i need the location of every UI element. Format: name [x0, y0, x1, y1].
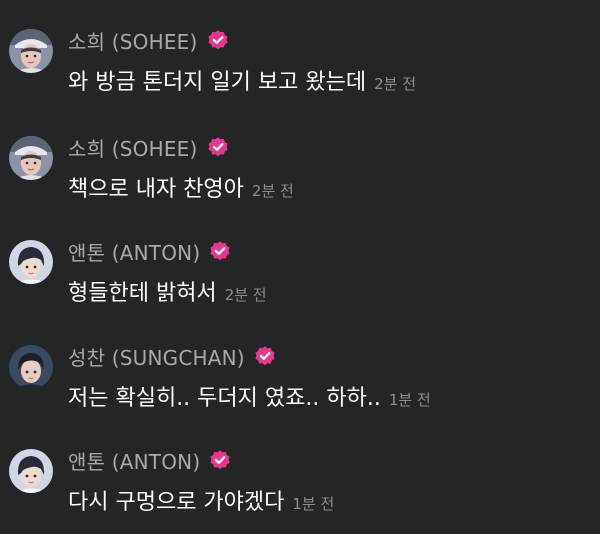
sohee-avatar-icon[interactable] [9, 136, 53, 180]
chat-message: 앤톤 (ANTON) 형들한테 밝혀서 2분 전 [0, 235, 600, 325]
anton-avatar-icon[interactable] [9, 240, 53, 284]
verified-badge-icon [209, 449, 231, 471]
author-name[interactable]: 소희 (SOHEE) [68, 133, 198, 162]
verified-badge-icon [254, 345, 276, 367]
verified-badge-icon [207, 29, 229, 51]
message-timestamp: 2분 전 [251, 182, 294, 200]
sungchan-avatar-icon[interactable] [9, 345, 53, 389]
chat-message: 앤톤 (ANTON) 다시 구멍으로 가야겠다 1분 전 [0, 444, 600, 534]
verified-badge-icon [209, 240, 231, 262]
message-text: 저는 확실히.. 두더지 였죠.. 하하.. [68, 386, 381, 411]
verified-badge-icon [207, 136, 229, 158]
message-timestamp: 1분 전 [388, 391, 431, 409]
chat-message: 소희 (SOHEE) 책으로 내자 찬영아 2분 전 [0, 131, 600, 221]
message-text: 와 방금 톤더지 일기 보고 왔는데 [68, 70, 367, 95]
author-name[interactable]: 앤톤 (ANTON) [68, 446, 200, 475]
message-timestamp: 2분 전 [224, 286, 267, 304]
chat-message: 성찬 (SUNGCHAN) 저는 확실히.. 두더지 였죠.. 하하.. 1분 … [0, 340, 600, 430]
author-name[interactable]: 소희 (SOHEE) [68, 26, 198, 55]
sohee-avatar-icon[interactable] [9, 29, 53, 73]
anton-avatar-icon[interactable] [9, 449, 53, 493]
chat-feed: 소희 (SOHEE) 와 방금 톤더지 일기 보고 왔는데 2분 전 소희 (S… [0, 0, 600, 530]
message-timestamp: 1분 전 [292, 495, 335, 513]
message-text: 형들한테 밝혀서 [68, 281, 217, 306]
message-text: 다시 구멍으로 가야겠다 [68, 490, 285, 515]
message-text: 책으로 내자 찬영아 [68, 177, 244, 202]
author-name[interactable]: 성찬 (SUNGCHAN) [68, 342, 245, 371]
author-name[interactable]: 앤톤 (ANTON) [68, 237, 200, 266]
message-timestamp: 2분 전 [374, 75, 417, 93]
chat-message: 소희 (SOHEE) 와 방금 톤더지 일기 보고 왔는데 2분 전 [0, 24, 600, 114]
